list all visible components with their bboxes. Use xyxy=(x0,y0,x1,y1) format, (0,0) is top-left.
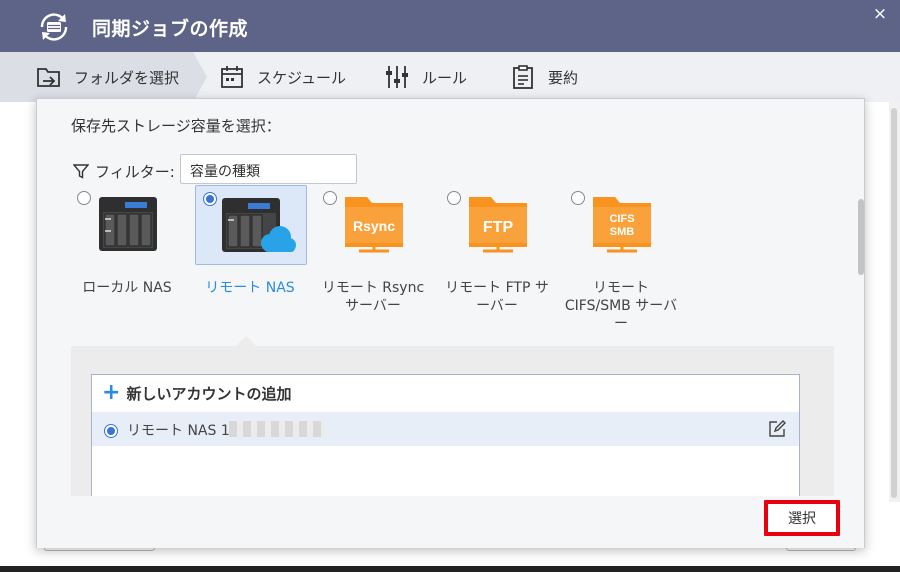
step-label: スケジュール xyxy=(257,68,346,87)
label-line: リモート FTP サ xyxy=(445,280,549,296)
option-remote-nas-label: リモート NAS xyxy=(205,280,295,296)
account-name: リモート NAS 1 xyxy=(127,423,230,439)
radio-remote-rsync[interactable] xyxy=(323,191,337,205)
edit-icon[interactable] xyxy=(768,420,786,438)
scrollbar-thumb[interactable] xyxy=(891,108,897,498)
cifs-smb-folder-icon: CIFS SMB xyxy=(593,197,651,253)
option-remote-nas[interactable] xyxy=(195,185,307,265)
bottom-edge xyxy=(0,566,900,572)
cifs-badge-text: CIFS xyxy=(609,213,634,225)
account-row[interactable]: リモート NAS 1 xyxy=(92,412,799,446)
option-local-nas[interactable] xyxy=(73,185,185,265)
rsync-badge-text: Rsync xyxy=(353,218,395,234)
wizard-steps: フォルダを選択 スケジュール ルール 要約 xyxy=(0,52,900,102)
add-account-button[interactable]: + 新しいアカウントの追加 xyxy=(102,381,291,405)
radio-remote-ftp[interactable] xyxy=(447,191,461,205)
smb-badge-text: SMB xyxy=(610,226,635,238)
calendar-icon xyxy=(221,66,243,88)
radio-remote-nas[interactable] xyxy=(203,192,217,206)
dialog-heading: 保存先ストレージ容量を選択： xyxy=(71,117,281,135)
redacted-address xyxy=(229,421,325,437)
option-local-nas-label: ローカル NAS xyxy=(82,280,172,296)
nas-cloud-icon xyxy=(222,198,296,252)
clipboard-icon xyxy=(513,65,533,89)
nas-icon xyxy=(99,197,157,251)
label-line: CIFS/SMB サーバ xyxy=(564,298,678,314)
filter-select[interactable]: 容量の種類 xyxy=(180,154,357,184)
filter-icon xyxy=(73,164,89,179)
ftp-folder-icon: FTP xyxy=(469,197,527,253)
radio-remote-cifs-smb[interactable] xyxy=(571,191,585,205)
close-button[interactable]: × xyxy=(870,4,890,24)
step-folder-select[interactable]: フォルダを選択 xyxy=(36,52,179,102)
sync-icon xyxy=(40,13,68,41)
option-remote-rsync[interactable]: Rsync xyxy=(319,185,431,265)
label-line: リモート xyxy=(593,280,649,296)
add-account-label: 新しいアカウントの追加 xyxy=(126,384,292,403)
storage-select-dialog: 保存先ストレージ容量を選択： フィルター: 容量の種類 ローカル NAS リモー… xyxy=(36,98,865,548)
filter-label: フィルター: xyxy=(95,163,175,181)
option-remote-ftp-label: リモート FTP サ ーバー xyxy=(432,279,562,315)
label-line: リモート Rsync xyxy=(321,280,425,296)
step-rules[interactable]: ルール xyxy=(384,52,467,102)
plus-icon: + xyxy=(102,380,121,405)
step-label: 要約 xyxy=(548,68,579,87)
step-label: ルール xyxy=(422,68,468,87)
option-remote-rsync-label: リモート Rsync サーバー xyxy=(308,279,438,315)
sliders-icon xyxy=(386,66,408,88)
option-remote-cifs-smb-label: リモート CIFS/SMB サーバ ー xyxy=(556,279,686,333)
folder-select-icon xyxy=(37,68,60,87)
option-remote-ftp[interactable]: FTP xyxy=(443,185,555,265)
dialog-footer xyxy=(37,496,864,548)
window-title: 同期ジョブの作成 xyxy=(92,18,249,40)
dialog-scrollbar[interactable] xyxy=(858,199,864,275)
rsync-folder-icon: Rsync xyxy=(345,197,403,253)
label-line: サーバー xyxy=(345,298,401,314)
step-label: フォルダを選択 xyxy=(74,68,180,87)
page-scrollbar[interactable] xyxy=(889,102,900,502)
account-list: + 新しいアカウントの追加 リモート NAS 1 xyxy=(91,374,800,504)
option-remote-cifs-smb[interactable]: CIFS SMB xyxy=(567,185,679,265)
radio-local-nas[interactable] xyxy=(77,191,91,205)
ftp-badge-text: FTP xyxy=(483,219,514,236)
account-radio[interactable] xyxy=(104,424,118,438)
select-button[interactable]: 選択 xyxy=(764,500,840,536)
step-summary[interactable]: 要約 xyxy=(510,52,578,102)
title-bar: 同期ジョブの作成 × xyxy=(0,0,900,52)
step-schedule[interactable]: スケジュール xyxy=(219,52,346,102)
label-line: ーバー xyxy=(476,298,518,314)
label-line: ー xyxy=(614,316,628,332)
